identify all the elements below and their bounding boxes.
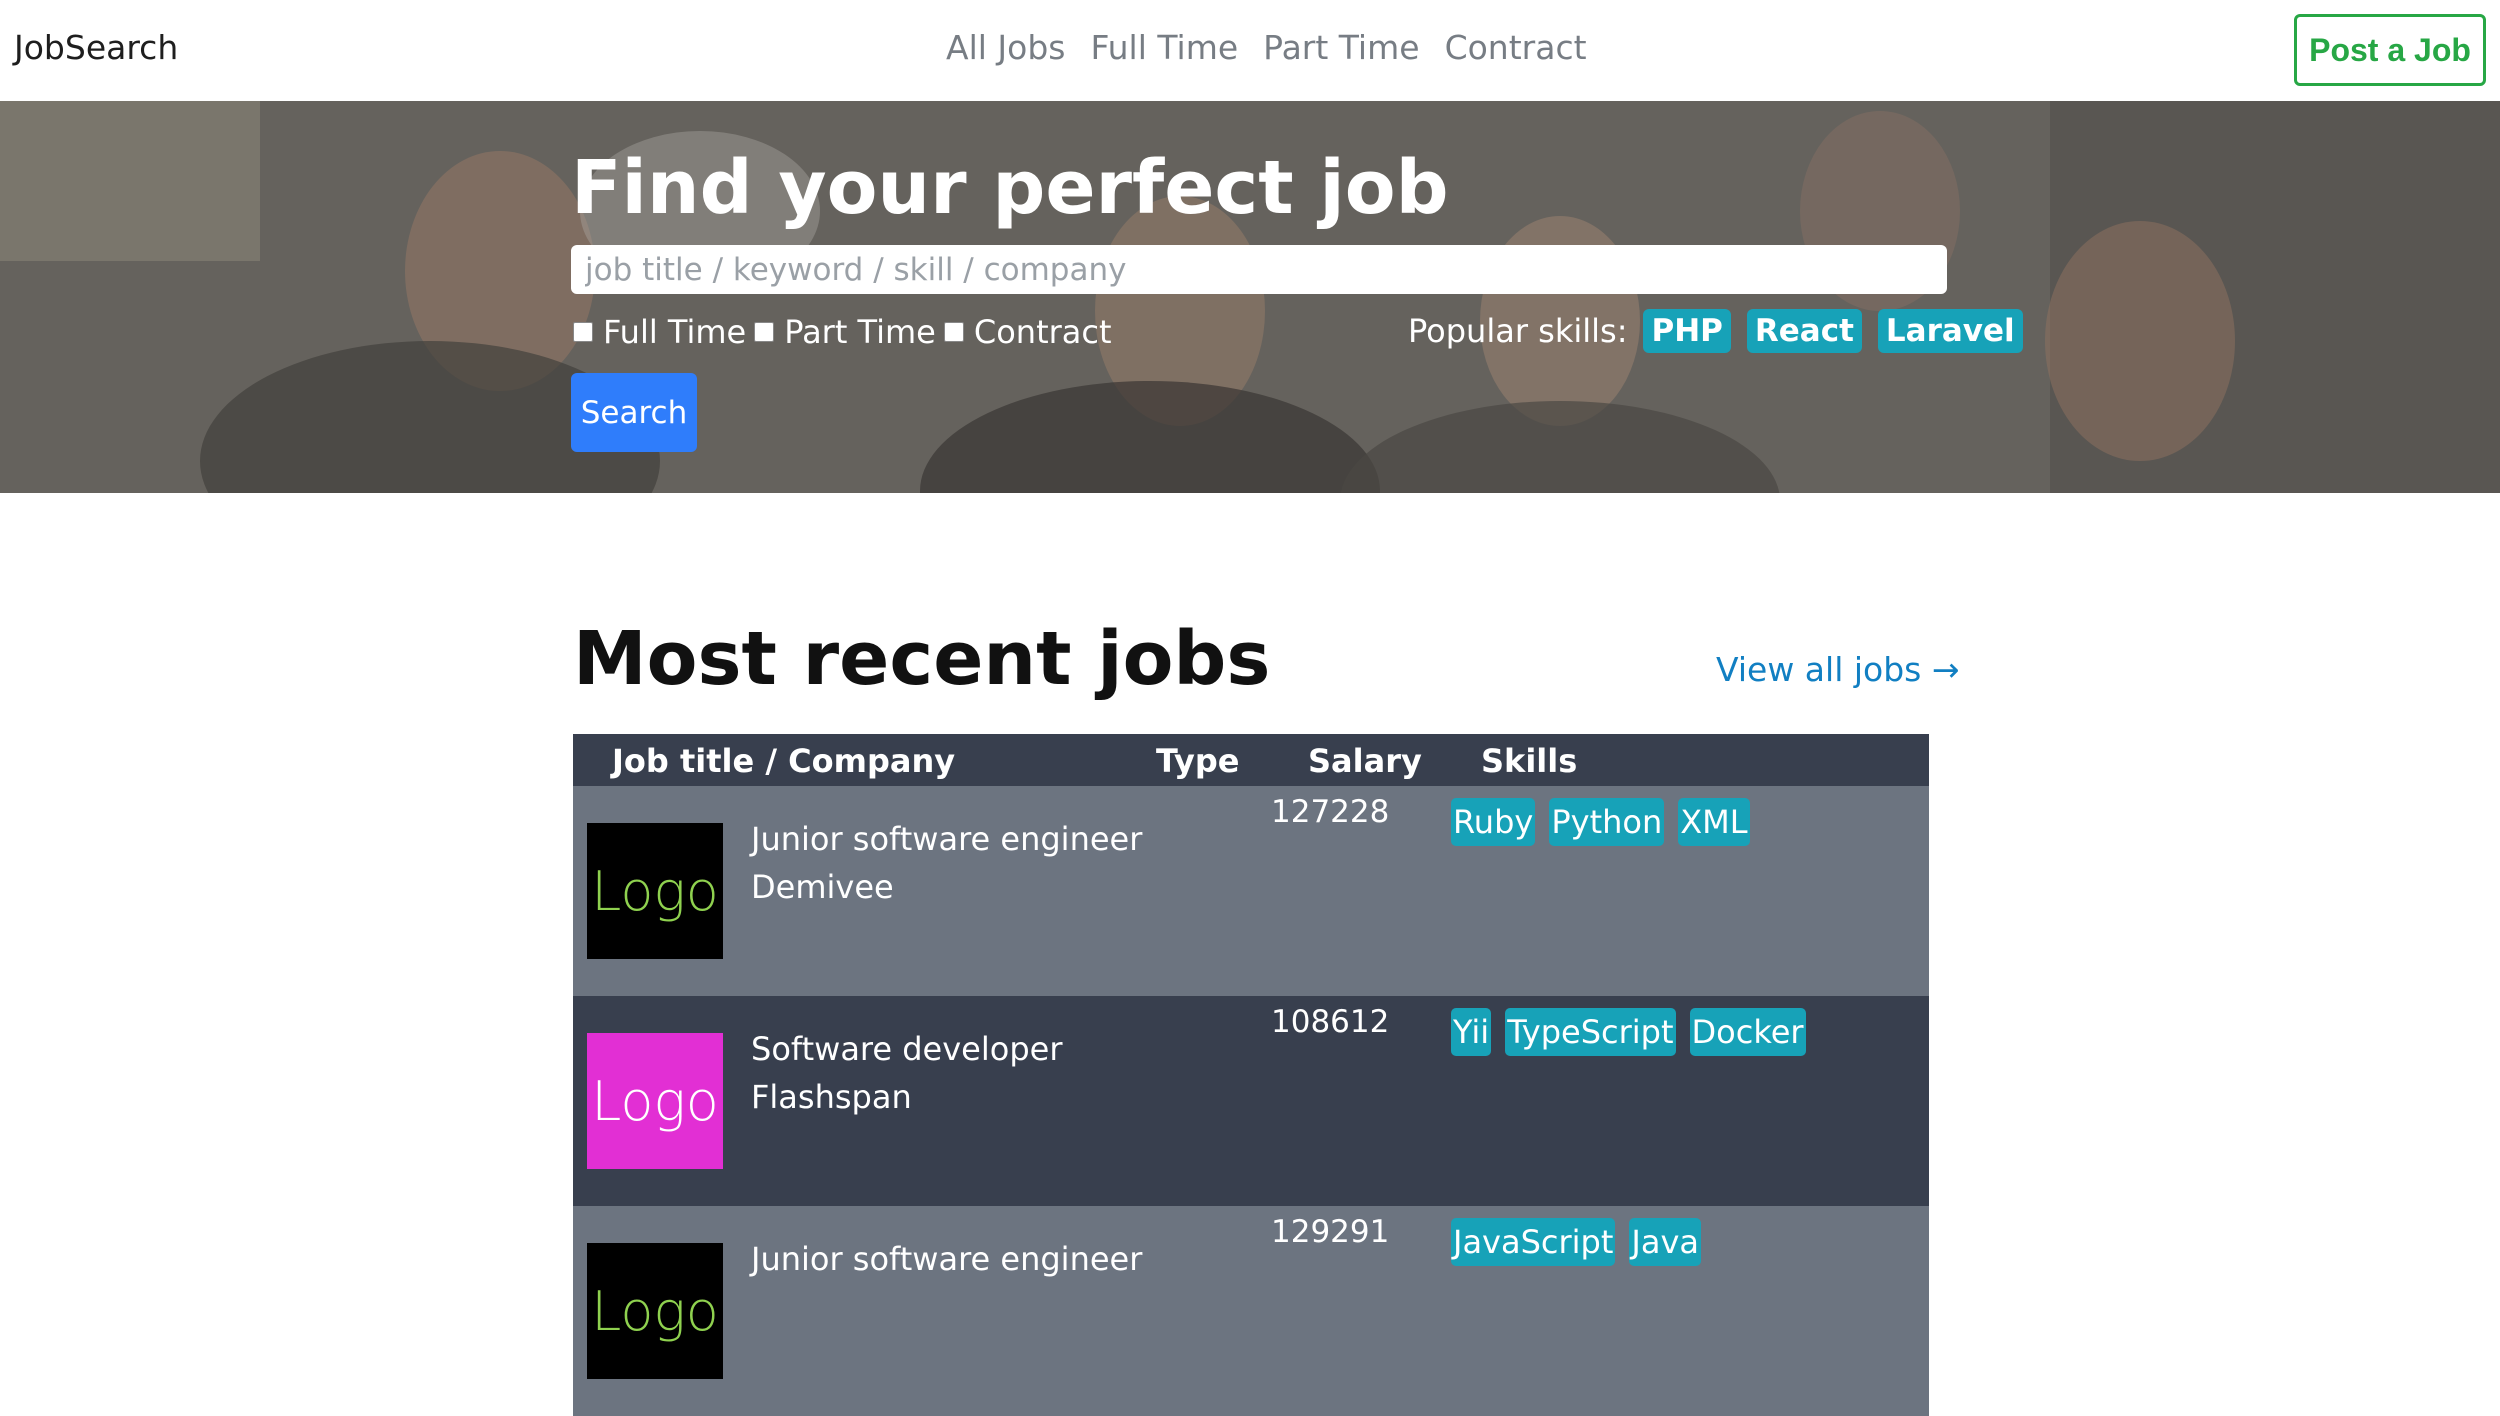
job-salary: 108612 xyxy=(1271,1004,1390,1040)
skill-badge[interactable]: XML xyxy=(1678,798,1750,846)
nav-link-contract[interactable]: Contract xyxy=(1445,28,1587,67)
job-type-filters: Full Time Part Time Contract xyxy=(573,313,1120,351)
skill-badge[interactable]: Docker xyxy=(1689,1008,1806,1056)
job-title[interactable]: Junior software engineer xyxy=(751,816,1142,863)
hero-banner: Find your perfect job Full Time Part Tim… xyxy=(0,101,2500,493)
popular-skill-react[interactable]: React xyxy=(1746,309,1862,353)
contract-checkbox[interactable] xyxy=(943,322,964,342)
job-title[interactable]: Junior software engineer xyxy=(751,1236,1142,1283)
job-salary: 127228 xyxy=(1271,794,1390,830)
post-job-button[interactable]: Post a Job xyxy=(2294,14,2486,86)
job-skills: JavaScript Java xyxy=(1451,1218,1715,1266)
filter-full-time[interactable]: Full Time xyxy=(573,313,746,351)
table-header: Job title / Company Type Salary Skills xyxy=(573,734,1929,786)
skill-badge[interactable]: JavaScript xyxy=(1451,1218,1616,1266)
skill-badge[interactable]: Python xyxy=(1549,798,1665,846)
job-skills: Ruby Python XML xyxy=(1451,798,1764,846)
skill-badge[interactable]: Java xyxy=(1629,1218,1701,1266)
full-time-checkbox[interactable] xyxy=(573,322,593,342)
job-salary: 129291 xyxy=(1271,1214,1390,1250)
popular-skills-label: Popular skills: xyxy=(1408,312,1628,350)
job-skills: Yii TypeScript Docker xyxy=(1451,1008,1820,1056)
column-header-type: Type xyxy=(1156,742,1240,780)
recent-jobs-title: Most recent jobs xyxy=(573,616,1271,702)
job-company: Flashspan xyxy=(751,1078,912,1116)
navbar: JobSearch All Jobs Full Time Part Time C… xyxy=(0,0,2500,101)
nav-link-all-jobs[interactable]: All Jobs xyxy=(946,28,1065,67)
nav-links: All Jobs Full Time Part Time Contract xyxy=(946,28,1587,67)
full-time-label: Full Time xyxy=(603,313,747,351)
column-header-title-company: Job title / Company xyxy=(612,742,956,780)
job-search-input[interactable] xyxy=(571,245,1947,294)
popular-skill-laravel[interactable]: Laravel xyxy=(1877,309,2023,353)
part-time-label: Part Time xyxy=(784,313,936,351)
jobs-table: Job title / Company Type Salary Skills L… xyxy=(573,734,1929,1416)
column-header-salary: Salary xyxy=(1308,742,1422,780)
skill-badge[interactable]: TypeScript xyxy=(1505,1008,1676,1056)
brand-link[interactable]: JobSearch xyxy=(14,28,178,67)
company-logo: Logo xyxy=(587,1243,723,1379)
contract-label: Contract xyxy=(973,313,1112,351)
skill-badge[interactable]: Yii xyxy=(1451,1008,1492,1056)
filter-part-time[interactable]: Part Time xyxy=(754,313,936,351)
table-row[interactable]: Logo Junior software engineer Demivee 12… xyxy=(573,786,1929,996)
column-header-skills: Skills xyxy=(1481,742,1578,780)
skill-badge[interactable]: Ruby xyxy=(1451,798,1536,846)
popular-skills: Popular skills: PHP React Laravel xyxy=(1408,309,2023,353)
table-row[interactable]: Logo Software developer Flashspan 108612… xyxy=(573,996,1929,1206)
part-time-checkbox[interactable] xyxy=(754,322,775,342)
nav-link-full-time[interactable]: Full Time xyxy=(1090,28,1238,67)
popular-skill-php[interactable]: PHP xyxy=(1643,309,1731,353)
view-all-jobs-link[interactable]: View all jobs → xyxy=(1716,650,1960,689)
company-logo: Logo xyxy=(587,1033,723,1169)
hero-title: Find your perfect job xyxy=(571,145,1449,231)
table-row[interactable]: Logo Junior software engineer 129291 Jav… xyxy=(573,1206,1929,1416)
job-title[interactable]: Software developer xyxy=(751,1026,1062,1073)
search-button[interactable]: Search xyxy=(571,373,697,452)
nav-link-part-time[interactable]: Part Time xyxy=(1263,28,1419,67)
company-logo: Logo xyxy=(587,823,723,959)
filter-contract[interactable]: Contract xyxy=(943,313,1112,351)
job-company: Demivee xyxy=(751,868,894,906)
